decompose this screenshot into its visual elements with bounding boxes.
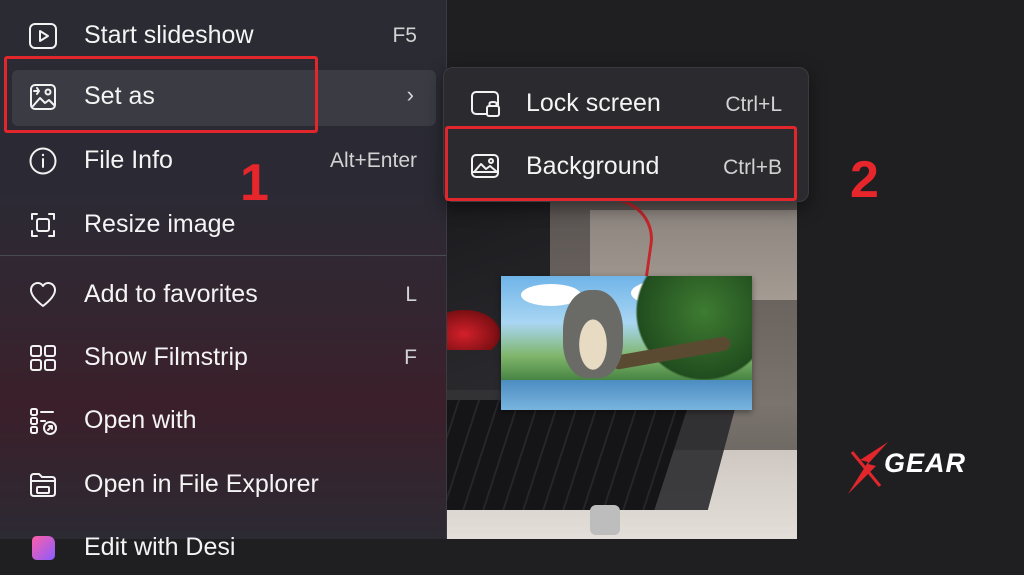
menu-item-label: Start slideshow (84, 21, 254, 49)
menu-item-label: Add to favorites (84, 280, 258, 308)
menu-item-file-info[interactable]: File Info Alt+Enter (0, 132, 446, 188)
info-icon (28, 146, 58, 176)
menu-item-label: Resize image (84, 210, 236, 238)
menu-item-label: File Info (84, 146, 173, 174)
menu-item-start-slideshow[interactable]: Start slideshow F5 (0, 7, 446, 63)
resize-icon (28, 210, 58, 240)
menu-item-shortcut: L (405, 283, 417, 306)
heart-icon (28, 280, 58, 310)
menu-item-show-filmstrip[interactable]: Show Filmstrip F (0, 329, 446, 385)
menu-item-edit-with-designer[interactable]: Edit with Desi (0, 519, 446, 575)
menu-item-label: Open with (84, 406, 197, 434)
menu-item-resize-image[interactable]: Resize image (0, 196, 446, 252)
menu-item-shortcut: F (404, 346, 417, 369)
annotation-step-1: 1 (240, 154, 269, 212)
xgear-logo: GEAR (846, 440, 986, 500)
menu-separator (0, 255, 446, 256)
menu-item-open-with[interactable]: Open with (0, 392, 446, 448)
submenu-item-shortcut: Ctrl+L (725, 93, 782, 116)
annotation-box-background (445, 126, 797, 201)
annotation-step-2: 2 (850, 151, 879, 209)
menu-item-label: Open in File Explorer (84, 470, 319, 498)
menu-item-label: Edit with Desi (84, 533, 236, 561)
chevron-right-icon: › (406, 82, 414, 107)
photo-laptop-wallpaper (440, 310, 500, 350)
lock-screen-icon (470, 89, 502, 119)
open-with-icon (28, 406, 58, 436)
photo-laptop-stand (590, 505, 620, 535)
thumb-water (501, 380, 752, 410)
play-icon (28, 21, 58, 51)
menu-item-add-to-favorites[interactable]: Add to favorites L (0, 266, 446, 322)
thumb-tree (632, 276, 752, 396)
wallpaper-thumbnail (501, 276, 752, 410)
folder-icon (28, 470, 58, 500)
menu-item-label: Show Filmstrip (84, 343, 248, 371)
submenu-item-label: Lock screen (526, 89, 661, 117)
thumb-character (563, 290, 623, 378)
logo-text: GEAR (884, 448, 967, 478)
menu-item-shortcut: F5 (392, 24, 417, 47)
grid-icon (28, 343, 58, 373)
menu-item-open-in-file-explorer[interactable]: Open in File Explorer (0, 456, 446, 512)
menu-item-shortcut: Alt+Enter (330, 149, 417, 172)
photo-keyboard (440, 400, 690, 510)
annotation-box-set-as (4, 56, 318, 133)
designer-icon (28, 533, 58, 563)
